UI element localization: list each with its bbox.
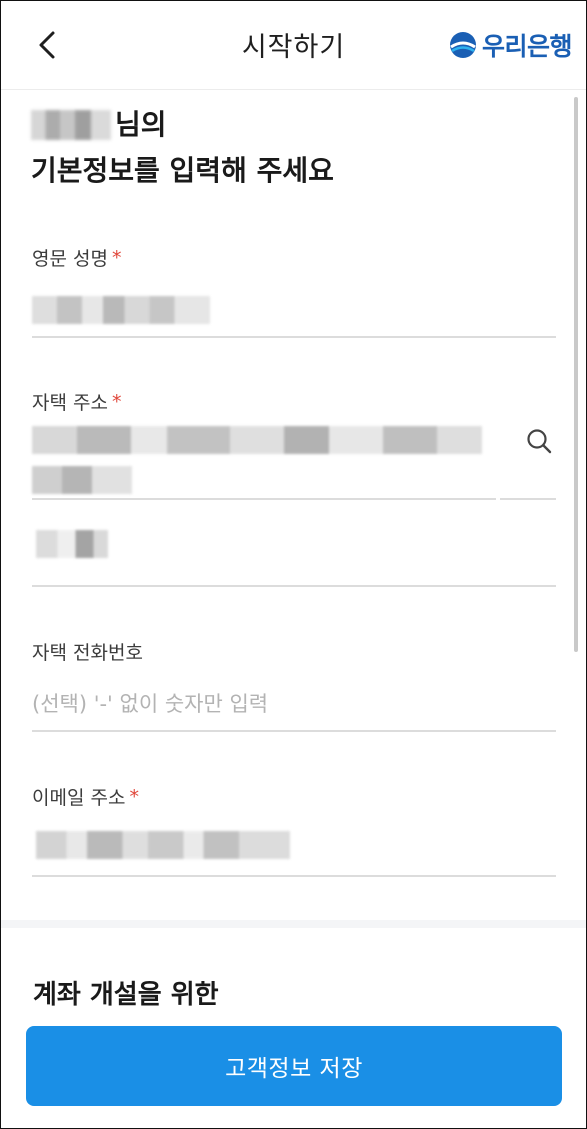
home-address-field: 자택 주소 * — [32, 388, 556, 588]
bottom-bar: 고객정보 저장 — [1, 1011, 586, 1128]
required-mark: * — [129, 785, 139, 808]
home-address-search-underline — [500, 498, 556, 500]
email-label: 이메일 주소 * — [32, 785, 139, 810]
greeting-heading: 님의 기본정보를 입력해 주세요 — [31, 102, 334, 194]
section-divider — [1, 920, 586, 928]
home-phone-underline — [32, 730, 556, 732]
home-address-label: 자택 주소 * — [32, 390, 122, 415]
section-title: 계좌 개설을 위한 — [33, 980, 219, 1010]
email-input[interactable] — [36, 831, 290, 859]
search-icon — [527, 429, 552, 454]
email-underline — [32, 875, 556, 877]
home-phone-label: 자택 전화번호 — [32, 642, 143, 664]
customer-name-redacted — [31, 110, 111, 140]
home-address-detail-underline — [32, 585, 556, 587]
logo-text: 우리은행 — [481, 32, 573, 61]
scrollbar[interactable] — [574, 97, 578, 652]
address-search-button[interactable] — [522, 424, 556, 458]
english-name-input[interactable] — [32, 296, 210, 324]
home-address-detail-input[interactable] — [36, 530, 108, 558]
top-bar: 시작하기 우리은행 — [1, 1, 586, 90]
woori-logo-icon — [449, 32, 476, 58]
home-address-line1-underline — [32, 498, 496, 500]
app-frame: 시작하기 우리은행 님의 기본정보를 입력해 주세요 영문 성명 * 자택 주소… — [0, 0, 587, 1129]
home-address-line1-cont — [32, 466, 132, 494]
greeting-line2: 기본정보를 입력해 주세요 — [31, 154, 334, 187]
greeting-suffix: 님의 — [115, 108, 167, 141]
required-mark: * — [111, 246, 122, 269]
home-address-line1-input[interactable] — [32, 426, 482, 454]
english-name-field: 영문 성명 * — [32, 244, 556, 338]
home-phone-input[interactable]: (선택) '-' 없이 숫자만 입력 — [32, 688, 268, 718]
save-customer-info-button[interactable]: 고객정보 저장 — [26, 1026, 562, 1106]
english-name-label: 영문 성명 * — [32, 246, 122, 271]
email-field: 이메일 주소 * — [32, 783, 556, 879]
english-name-underline — [32, 336, 556, 338]
form-content: 님의 기본정보를 입력해 주세요 영문 성명 * 자택 주소 * 자택 전화번호… — [1, 90, 586, 1128]
home-phone-field: 자택 전화번호 (선택) '-' 없이 숫자만 입력 — [32, 638, 556, 734]
required-mark: * — [111, 390, 122, 413]
woori-bank-logo: 우리은행 — [448, 27, 573, 63]
